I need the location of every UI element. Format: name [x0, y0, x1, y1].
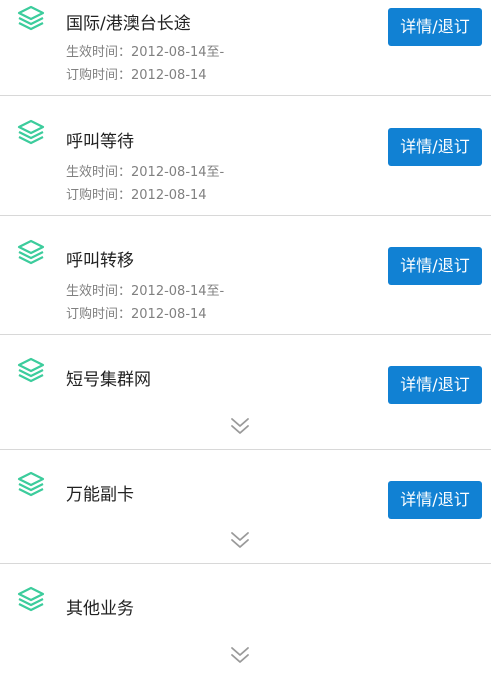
effective-time: 生效时间：2012-08-14至- — [66, 45, 225, 60]
layers-icon — [16, 356, 46, 386]
double-chevron-down-icon[interactable] — [229, 530, 251, 550]
service-name: 其他业务 — [66, 599, 134, 619]
double-chevron-down-icon[interactable] — [229, 645, 251, 665]
service-name: 呼叫等待 — [66, 132, 134, 152]
layers-icon — [16, 238, 46, 268]
detail-unsubscribe-button[interactable]: 详情/退订 — [388, 8, 482, 46]
service-name: 短号集群网 — [66, 370, 151, 390]
layers-icon — [16, 4, 46, 34]
effective-time: 生效时间：2012-08-14至- — [66, 284, 225, 299]
service-name: 国际/港澳台长途 — [66, 14, 191, 34]
service-row-other-services: 其他业务 — [0, 564, 491, 675]
layers-icon — [16, 585, 46, 615]
effective-time: 生效时间：2012-08-14至- — [66, 165, 225, 180]
detail-unsubscribe-button[interactable]: 详情/退订 — [388, 481, 482, 519]
double-chevron-down-icon[interactable] — [229, 416, 251, 436]
detail-unsubscribe-button[interactable]: 详情/退订 — [388, 128, 482, 166]
layers-icon — [16, 118, 46, 148]
detail-unsubscribe-button[interactable]: 详情/退订 — [388, 366, 482, 404]
order-time: 订购时间：2012-08-14 — [66, 188, 207, 203]
service-row-international: 国际/港澳台长途 生效时间：2012-08-14至- 订购时间：2012-08-… — [0, 0, 491, 96]
layers-icon — [16, 470, 46, 500]
order-time: 订购时间：2012-08-14 — [66, 68, 207, 83]
service-row-short-number-group: 短号集群网 详情/退订 — [0, 335, 491, 450]
service-name: 万能副卡 — [66, 485, 134, 505]
service-name: 呼叫转移 — [66, 251, 134, 271]
service-row-call-forwarding: 呼叫转移 生效时间：2012-08-14至- 订购时间：2012-08-14 详… — [0, 216, 491, 335]
order-time: 订购时间：2012-08-14 — [66, 307, 207, 322]
service-row-universal-sub-card: 万能副卡 详情/退订 — [0, 450, 491, 564]
service-row-call-waiting: 呼叫等待 生效时间：2012-08-14至- 订购时间：2012-08-14 详… — [0, 96, 491, 216]
detail-unsubscribe-button[interactable]: 详情/退订 — [388, 247, 482, 285]
